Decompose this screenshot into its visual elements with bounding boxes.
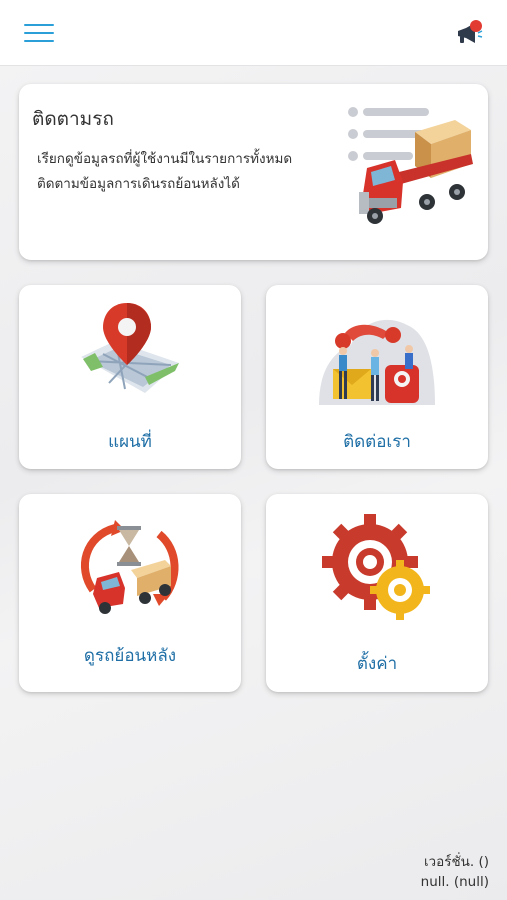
top-app-bar [0, 0, 507, 66]
contact-tile[interactable]: ติดต่อเรา [266, 285, 488, 469]
truck-history-tile[interactable]: ดูรถย้อนหลัง [19, 494, 241, 692]
settings-tile-label: ตั้งค่า [356, 654, 398, 674]
track-card-description-line2: ติดตามข้อมูลการเดินรถย้อนหลังได้ [37, 176, 240, 192]
map-tile-label: แผนที่ [108, 432, 152, 452]
track-vehicle-card[interactable]: ติดตามรถ เรียกดูข้อมูลรถที่ผู้ใช้งานมีใน… [19, 84, 488, 260]
gears-illustration [322, 514, 432, 620]
version-value: null. (null) [420, 874, 489, 890]
track-card-description-line1: เรียกดูข้อมูลรถที่ผู้ใช้งานมีในรายการทั้… [37, 151, 293, 167]
megaphone-icon[interactable] [452, 18, 484, 48]
track-card-title: ติดตามรถ [32, 108, 114, 130]
truck-history-illustration [75, 520, 185, 614]
track-card-description: เรียกดูข้อมูลรถที่ผู้ใช้งานมีในรายการทั้… [37, 147, 327, 197]
version-label: เวอร์ชั่น. () [423, 854, 489, 870]
map-pin-illustration [75, 301, 185, 401]
map-tile[interactable]: แผนที่ [19, 285, 241, 469]
contact-us-illustration [315, 313, 439, 409]
hamburger-menu-icon[interactable] [24, 22, 54, 44]
truck-list-illustration [345, 102, 475, 232]
truck-history-tile-label: ดูรถย้อนหลัง [83, 646, 177, 666]
contact-tile-label: ติดต่อเรา [343, 432, 411, 452]
settings-tile[interactable]: ตั้งค่า [266, 494, 488, 692]
